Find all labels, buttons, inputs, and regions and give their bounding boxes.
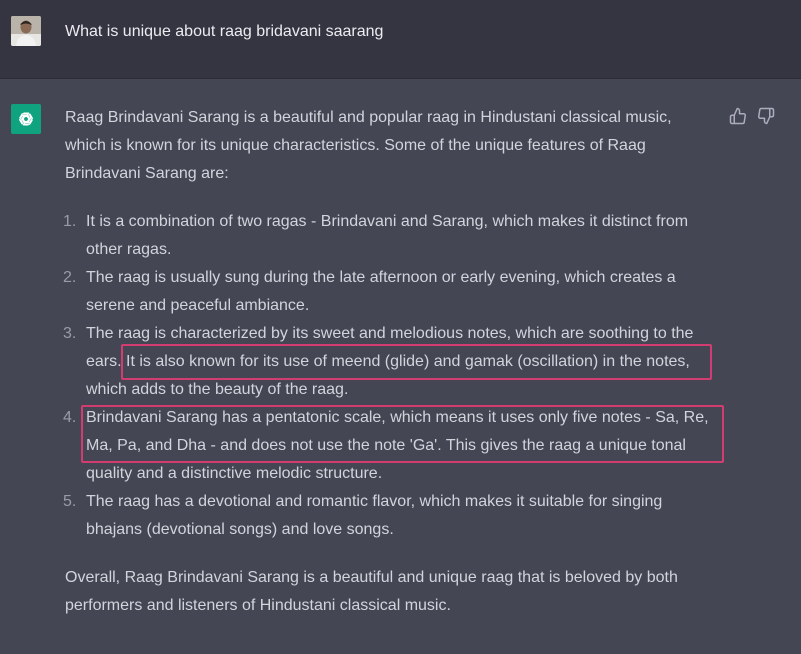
intro-paragraph: Raag Brindavani Sarang is a beautiful an…	[65, 104, 725, 188]
text-line: quality and a distinctive melodic struct…	[86, 465, 383, 482]
text-line: It is a combination of two ragas - Brind…	[86, 213, 689, 230]
list-item: 1. It is a combination of two ragas - Br…	[63, 208, 725, 264]
outro-paragraph: Overall, Raag Brindavani Sarang is a bea…	[65, 564, 725, 620]
assistant-message-row: Raag Brindavani Sarang is a beautiful an…	[0, 79, 801, 654]
list-number: 5.	[63, 493, 77, 510]
text-line: Raag Brindavani Sarang is a beautiful an…	[65, 109, 672, 126]
text-line: The raag has a devotional and romantic f…	[86, 493, 663, 510]
text-line: The raag is usually sung during the late…	[86, 269, 676, 286]
list-number: 2.	[63, 269, 77, 286]
text-line: Ma, Pa, and Dha - and does not use the n…	[86, 437, 686, 454]
list-number: 3.	[63, 325, 77, 342]
text-line: The raag is characterized by its sweet a…	[86, 325, 694, 342]
thumbs-down-icon[interactable]	[757, 107, 775, 125]
text-line: bhajans (devotional songs) and love song…	[86, 521, 394, 538]
user-message-row: What is unique about raag bridavani saar…	[0, 0, 801, 79]
list-item: 2. The raag is usually sung during the l…	[63, 264, 725, 320]
text-line: which is known for its unique characteri…	[65, 137, 646, 154]
feature-list: 1. It is a combination of two ragas - Br…	[63, 208, 725, 544]
list-item: 3. The raag is characterized by its swee…	[63, 320, 725, 404]
thumbs-up-icon[interactable]	[729, 107, 747, 125]
text-line: Brindavani Sarang are:	[65, 165, 229, 182]
text-line: Brindavani Sarang has a pentatonic scale…	[86, 409, 709, 426]
text-line: which adds to the beauty of the raag.	[86, 381, 349, 398]
user-avatar	[11, 16, 41, 46]
text-line: performers and listeners of Hindustani c…	[65, 597, 451, 614]
assistant-message-content: Raag Brindavani Sarang is a beautiful an…	[63, 104, 725, 620]
list-number: 1.	[63, 213, 77, 230]
list-number: 4.	[63, 409, 77, 426]
list-item: 4. Brindavani Sarang has a pentatonic sc…	[63, 404, 725, 488]
text-line: serene and peaceful ambiance.	[86, 297, 310, 314]
chatgpt-logo-icon	[11, 104, 41, 134]
text-line: Overall, Raag Brindavani Sarang is a bea…	[65, 569, 678, 586]
text-line: ears. It is also known for its use of me…	[86, 353, 690, 370]
user-message-text: What is unique about raag bridavani saar…	[65, 23, 384, 40]
text-line: other ragas.	[86, 241, 172, 258]
list-item: 5. The raag has a devotional and romanti…	[63, 488, 725, 544]
